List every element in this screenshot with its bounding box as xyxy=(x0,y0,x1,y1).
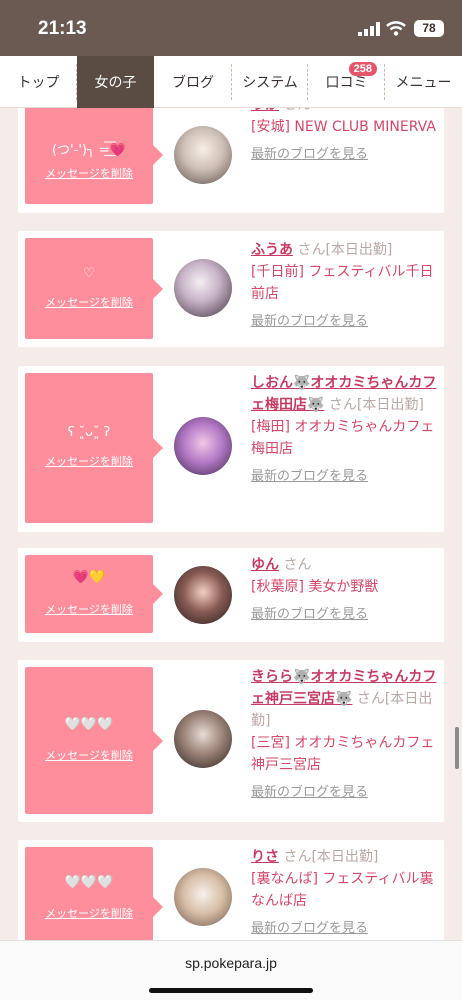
avatar[interactable] xyxy=(174,417,232,475)
tab-girls[interactable]: 女の子 xyxy=(77,56,154,108)
delete-message-link[interactable]: メッセージを削除 xyxy=(25,165,153,181)
main-nav: トップ 女の子 ブログ システム 口コミ 258 メニュー xyxy=(0,56,462,108)
message-text: ♡ xyxy=(83,266,95,281)
message-text: 🤍🤍🤍 xyxy=(64,875,114,890)
message-bubble: 🤍🤍🤍 メッセージを削除 xyxy=(25,847,163,940)
message-bubble: (つ'-')╮ =͟͟͞͞💗 メッセージを削除 xyxy=(25,108,163,204)
delete-message-link[interactable]: メッセージを削除 xyxy=(25,747,153,763)
girl-info: しおん🐺オオカミちゃんカフェ梅田店🐺 さん[本日出勤] [梅田] オオカミちゃん… xyxy=(251,372,439,488)
latest-blog-link[interactable]: 最新のブログを見る xyxy=(251,311,439,333)
latest-blog-link[interactable]: 最新のブログを見る xyxy=(251,466,439,488)
girl-name-link[interactable]: りさ xyxy=(251,849,279,865)
avatar[interactable] xyxy=(174,566,232,624)
list-item: 💗💛 メッセージを削除 ゆん さん [秋葉原] 美女か野獣 最新のブログを見る xyxy=(18,548,444,642)
avatar[interactable] xyxy=(174,126,232,184)
message-bubble: ʕ ˘͈ᴗ˘͈ ʔ メッセージを削除 xyxy=(25,373,163,523)
tab-system[interactable]: システム xyxy=(232,56,308,108)
delete-message-link[interactable]: メッセージを削除 xyxy=(25,294,153,310)
delete-message-link[interactable]: メッセージを削除 xyxy=(25,905,153,921)
browser-bar: sp.pokepara.jp xyxy=(0,940,462,1000)
reviews-count-badge: 258 xyxy=(348,62,377,76)
message-bubble: 💗💛 メッセージを削除 xyxy=(25,555,163,633)
favorite-girls-list: (つ'-')╮ =͟͟͞͞💗 メッセージを削除 りか さん [安城] NEW C… xyxy=(0,108,462,940)
girl-info: りか さん [安城] NEW CLUB MINERVA 最新のブログを見る xyxy=(251,108,439,166)
list-item: 🤍🤍🤍 メッセージを削除 きらら🐺オオカミちゃんカフェ神戸三宮店🐺 さん[本日出… xyxy=(18,660,444,822)
latest-blog-link[interactable]: 最新のブログを見る xyxy=(251,782,439,804)
latest-blog-link[interactable]: 最新のブログを見る xyxy=(251,144,439,166)
girl-info: きらら🐺オオカミちゃんカフェ神戸三宮店🐺 さん[本日出勤] [三宮] オオカミち… xyxy=(251,666,439,804)
home-indicator[interactable] xyxy=(149,988,313,993)
latest-blog-link[interactable]: 最新のブログを見る xyxy=(251,918,439,940)
message-text: (つ'-')╮ =͟͟͞͞💗 xyxy=(51,143,127,158)
shop-name: [三宮] オオカミちゃんカフェ神戸三宮店 xyxy=(251,735,435,773)
delete-message-link[interactable]: メッセージを削除 xyxy=(25,453,153,469)
message-text: 🤍🤍🤍 xyxy=(64,717,114,732)
message-text: 💗💛 xyxy=(72,570,106,585)
wifi-icon xyxy=(386,21,406,36)
clock: 21:13 xyxy=(38,18,87,39)
status-bar: 21:13 78 xyxy=(0,0,462,56)
delete-message-link[interactable]: メッセージを削除 xyxy=(25,601,153,617)
message-bubble: ♡ メッセージを削除 xyxy=(25,238,163,339)
list-item: ʕ ˘͈ᴗ˘͈ ʔ メッセージを削除 しおん🐺オオカミちゃんカフェ梅田店🐺 さん… xyxy=(18,366,444,532)
girl-info: ゆん さん [秋葉原] 美女か野獣 最新のブログを見る xyxy=(251,554,439,626)
shop-name: [裏なんば] フェスティバル裏なんば店 xyxy=(251,871,434,909)
girl-name-link[interactable]: ふうあ xyxy=(251,242,293,258)
avatar[interactable] xyxy=(174,710,232,768)
shop-name: [秋葉原] 美女か野獣 xyxy=(251,579,379,595)
address-bar[interactable]: sp.pokepara.jp xyxy=(0,955,462,971)
girl-info: ふうあ さん[本日出勤] [千日前] フェスティバル千日前店 最新のブログを見る xyxy=(251,239,439,333)
tab-reviews[interactable]: 口コミ 258 xyxy=(308,56,385,108)
girl-name-link[interactable]: ゆん xyxy=(251,557,279,573)
latest-blog-link[interactable]: 最新のブログを見る xyxy=(251,604,439,626)
girl-name-link[interactable]: りか xyxy=(251,108,279,113)
list-item: ♡ メッセージを削除 ふうあ さん[本日出勤] [千日前] フェスティバル千日前… xyxy=(18,231,444,347)
message-text: ʕ ˘͈ᴗ˘͈ ʔ xyxy=(67,425,111,440)
battery-icon: 78 xyxy=(414,20,444,37)
shop-name: [安城] NEW CLUB MINERVA xyxy=(251,119,436,135)
tab-blog[interactable]: ブログ xyxy=(154,56,232,108)
list-item: (つ'-')╮ =͟͟͞͞💗 メッセージを削除 りか さん [安城] NEW C… xyxy=(18,108,444,213)
message-bubble: 🤍🤍🤍 メッセージを削除 xyxy=(25,667,163,814)
avatar[interactable] xyxy=(174,259,232,317)
tab-menu[interactable]: メニュー xyxy=(385,56,462,108)
signal-icon xyxy=(358,22,380,36)
shop-name: [梅田] オオカミちゃんカフェ梅田店 xyxy=(251,419,435,457)
list-item: 🤍🤍🤍 メッセージを削除 りさ さん[本日出勤] [裏なんば] フェスティバル裏… xyxy=(18,840,444,940)
avatar[interactable] xyxy=(174,868,232,926)
tab-top[interactable]: トップ xyxy=(0,56,77,108)
shop-name: [千日前] フェスティバル千日前店 xyxy=(251,264,434,302)
girl-info: りさ さん[本日出勤] [裏なんば] フェスティバル裏なんば店 最新のブログを見… xyxy=(251,846,439,940)
scrollbar[interactable] xyxy=(455,727,459,769)
